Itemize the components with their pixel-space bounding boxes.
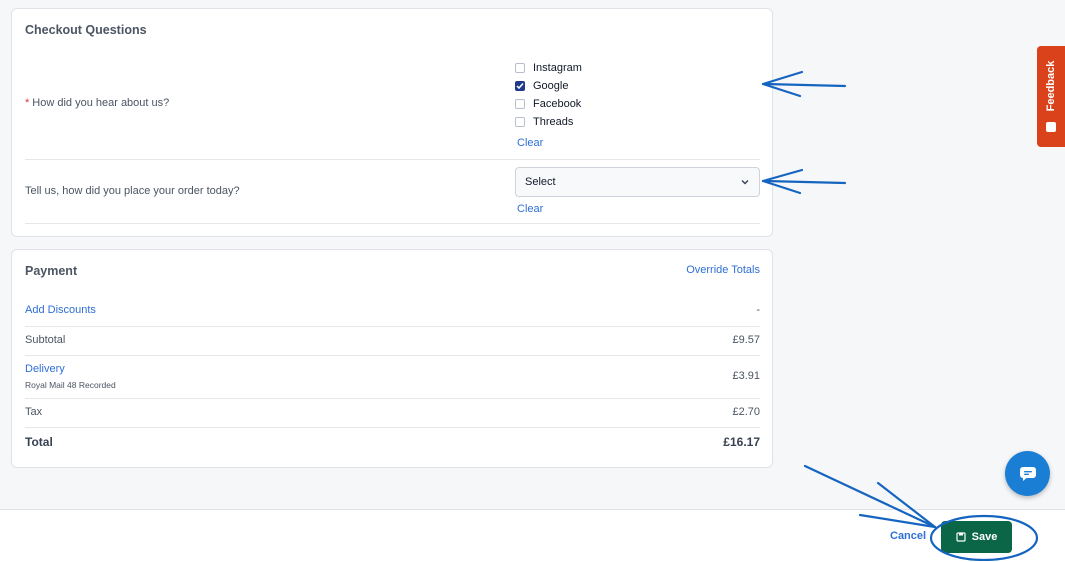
override-totals-link[interactable]: Override Totals: [686, 264, 760, 276]
option-google[interactable]: Google: [515, 79, 568, 93]
payment-title: Payment: [25, 264, 78, 278]
payment-divider: [25, 355, 760, 356]
add-discounts-link[interactable]: Add Discounts: [25, 304, 96, 316]
feedback-tab[interactable]: Feedback: [1037, 46, 1065, 147]
footer-bar: Cancel Save: [0, 509, 1065, 562]
option-facebook[interactable]: Facebook: [515, 97, 581, 111]
clear-place-order-link[interactable]: Clear: [517, 203, 543, 215]
required-marker: *: [25, 97, 30, 109]
payment-card: Payment Override Totals Add Discounts - …: [11, 249, 773, 468]
total-label: Total: [25, 435, 53, 449]
checkout-questions-title: Checkout Questions: [25, 23, 147, 37]
place-order-select[interactable]: Select: [515, 167, 760, 197]
google-label[interactable]: Google: [533, 80, 568, 92]
facebook-checkbox[interactable]: [515, 99, 525, 109]
delivery-link[interactable]: Delivery: [25, 363, 65, 375]
hear-about-us-label: * How did you hear about us?: [25, 97, 169, 109]
hear-about-us-text: How did you hear about us?: [32, 97, 170, 109]
total-value: £16.17: [723, 435, 760, 449]
threads-checkbox[interactable]: [515, 117, 525, 127]
subtotal-value: £9.57: [732, 334, 760, 346]
cancel-button[interactable]: Cancel: [890, 530, 926, 542]
checkout-questions-card: Checkout Questions * How did you hear abo…: [11, 8, 773, 237]
option-instagram[interactable]: Instagram: [515, 61, 582, 75]
save-icon: [956, 532, 966, 542]
place-order-select-value: Select: [525, 176, 556, 188]
tax-label: Tax: [25, 406, 43, 418]
save-label[interactable]: Save: [972, 531, 998, 543]
place-order-label: Tell us, how did you place your order to…: [25, 185, 240, 197]
question-divider-bottom: [25, 223, 760, 224]
option-threads[interactable]: Threads: [515, 115, 573, 129]
clear-hear-about-us-link[interactable]: Clear: [517, 137, 543, 149]
threads-label[interactable]: Threads: [533, 116, 573, 128]
chat-button[interactable]: [1005, 451, 1050, 496]
instagram-checkbox[interactable]: [515, 63, 525, 73]
save-button[interactable]: Save: [941, 521, 1012, 553]
tax-value: £2.70: [732, 406, 760, 418]
google-checkbox[interactable]: [515, 81, 525, 91]
instagram-label[interactable]: Instagram: [533, 62, 582, 74]
facebook-label[interactable]: Facebook: [533, 98, 581, 110]
payment-divider: [25, 427, 760, 428]
discounts-value: -: [756, 304, 760, 316]
feedback-icon: [1046, 122, 1056, 132]
arrow-annotation: [763, 179, 847, 185]
chevron-down-icon: [741, 180, 749, 185]
payment-divider: [25, 398, 760, 399]
delivery-method: Royal Mail 48 Recorded: [25, 380, 116, 390]
chat-icon: [1019, 466, 1036, 481]
feedback-label[interactable]: Feedback: [1045, 61, 1057, 112]
delivery-value: £3.91: [732, 370, 760, 382]
question-divider: [25, 159, 760, 160]
arrow-annotation: [763, 82, 847, 88]
payment-divider: [25, 326, 760, 327]
subtotal-label: Subtotal: [25, 334, 66, 346]
